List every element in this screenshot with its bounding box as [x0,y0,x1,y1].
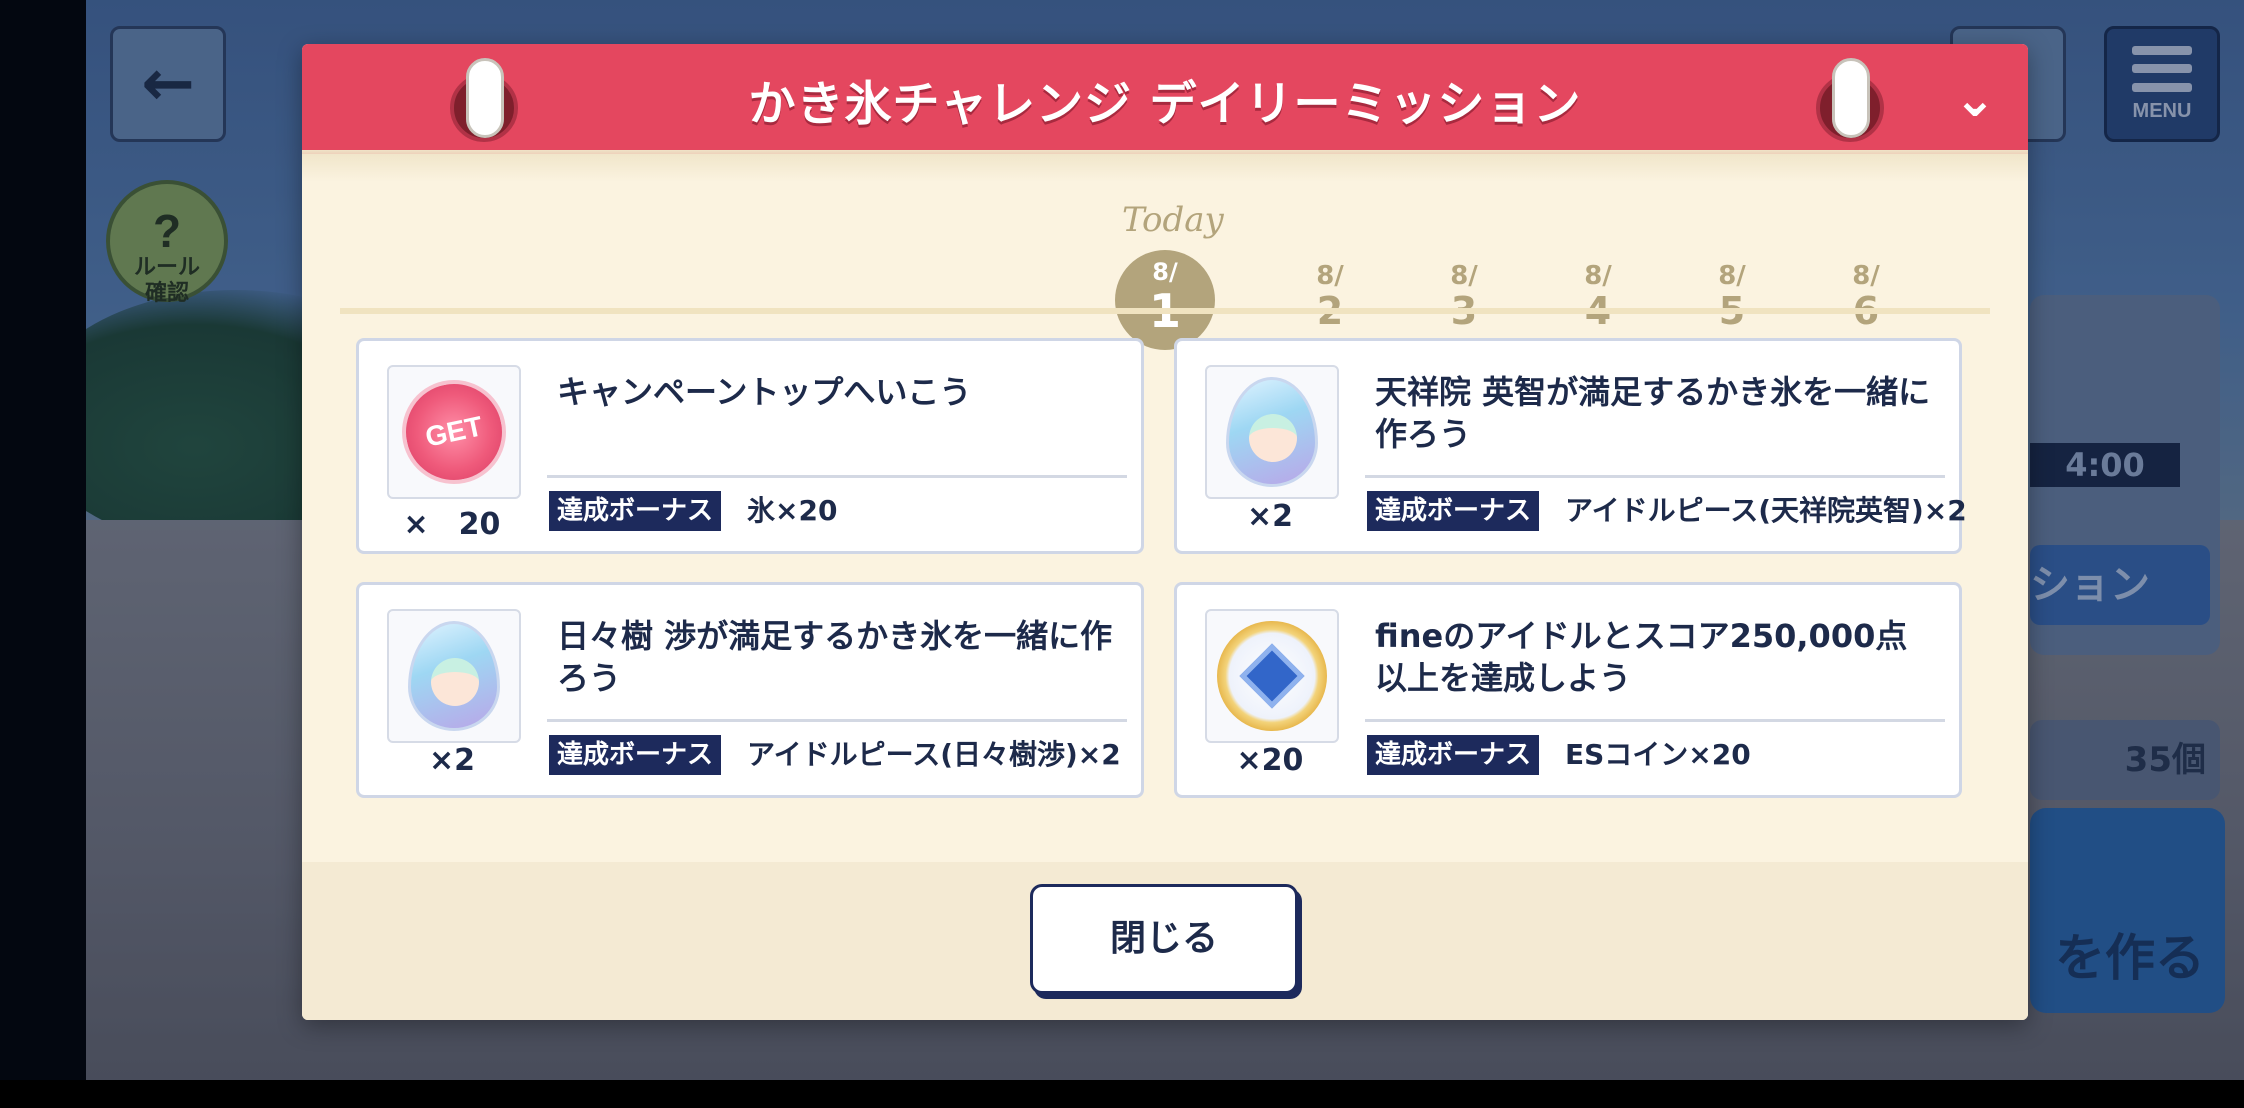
mission-title: キャンペーントップへいこう [557,373,972,411]
bonus-text: アイドルピース(天祥院英智)×2 [1565,494,1967,527]
date-month: 8/ [1852,261,1880,291]
es-coin-icon [1217,621,1327,731]
reward-quantity: ×2 [1246,499,1293,534]
mission-card: ×20 fineのアイドルとスコア250,000点以上を達成しよう 達成ボーナス… [1174,582,1962,798]
reward-icon-frame [1205,365,1339,499]
idol-piece-wataru-icon [408,621,500,731]
bonus-tag: 達成ボーナス [549,491,722,531]
divider [1365,475,1945,478]
reward-quantity: ×2 [428,743,475,778]
mission-card: GET × 20 キャンペーントップへいこう 達成ボーナス 氷×20 [356,338,1144,554]
binder-ring-icon [450,58,518,142]
today-label: Today [1122,200,1224,240]
reward-quantity: × 20 [403,507,501,542]
binder-ring-icon [1816,58,1884,142]
reward-quantity: ×20 [1236,743,1304,778]
divider [1365,719,1945,722]
chevron-down-icon[interactable]: ⌄ [1942,66,2008,132]
mission-card: ×2 日々樹 渉が満足するかき氷を一緒に作ろう 達成ボーナス アイドルピース(日… [356,582,1144,798]
date-item[interactable]: 8/ 4 [1563,262,1633,332]
close-button[interactable]: 閉じる [1030,884,1298,994]
mission-title: fineのアイドルとスコア250,000点以上を達成しよう [1375,617,1908,697]
mission-title: 日々樹 渉が満足するかき氷を一緒に作ろう [557,617,1113,697]
dialog-header: かき氷チャレンジ デイリーミッション ⌄ [302,44,2028,154]
idol-piece-eichi-icon [1226,377,1318,487]
date-item[interactable]: 8/ 6 [1831,262,1901,332]
mission-title: 天祥院 英智が満足するかき氷を一緒に作ろう [1375,373,1931,453]
date-item[interactable]: 8/ 3 [1429,262,1499,332]
divider [340,308,1990,314]
bonus-text: アイドルピース(日々樹渉)×2 [747,738,1121,771]
reward-icon-frame [387,609,521,743]
bonus-text: ESコイン×20 [1565,738,1751,771]
daily-mission-dialog: かき氷チャレンジ デイリーミッション ⌄ Today 8/ 1 8/ 2 8/ … [302,44,2028,1020]
date-month: 8/ [1718,261,1746,291]
date-month: 8/ [1584,261,1612,291]
date-month: 8/ [1152,258,1178,286]
date-item-today[interactable]: 8/ 1 [1115,250,1215,350]
reward-icon-frame: GET [387,365,521,499]
bonus-tag: 達成ボーナス [549,735,722,775]
reward-icon-frame [1205,609,1339,743]
bonus-tag: 達成ボーナス [1367,491,1540,531]
bonus-text: 氷×20 [747,494,838,527]
date-month: 8/ [1450,261,1478,291]
date-item[interactable]: 8/ 2 [1295,262,1365,332]
date-item[interactable]: 8/ 5 [1697,262,1767,332]
date-selector: Today 8/ 1 8/ 2 8/ 3 8/ 4 8/ 5 8/ 6 [302,162,2028,352]
divider [547,475,1127,478]
mission-card: ×2 天祥院 英智が満足するかき氷を一緒に作ろう 達成ボーナス アイドルピース(… [1174,338,1967,554]
bonus-tag: 達成ボーナス [1367,735,1540,775]
get-ticket-icon: GET [392,370,516,494]
dialog-title: かき氷チャレンジ デイリーミッション [748,76,1582,132]
date-month: 8/ [1316,261,1344,291]
divider [547,719,1127,722]
